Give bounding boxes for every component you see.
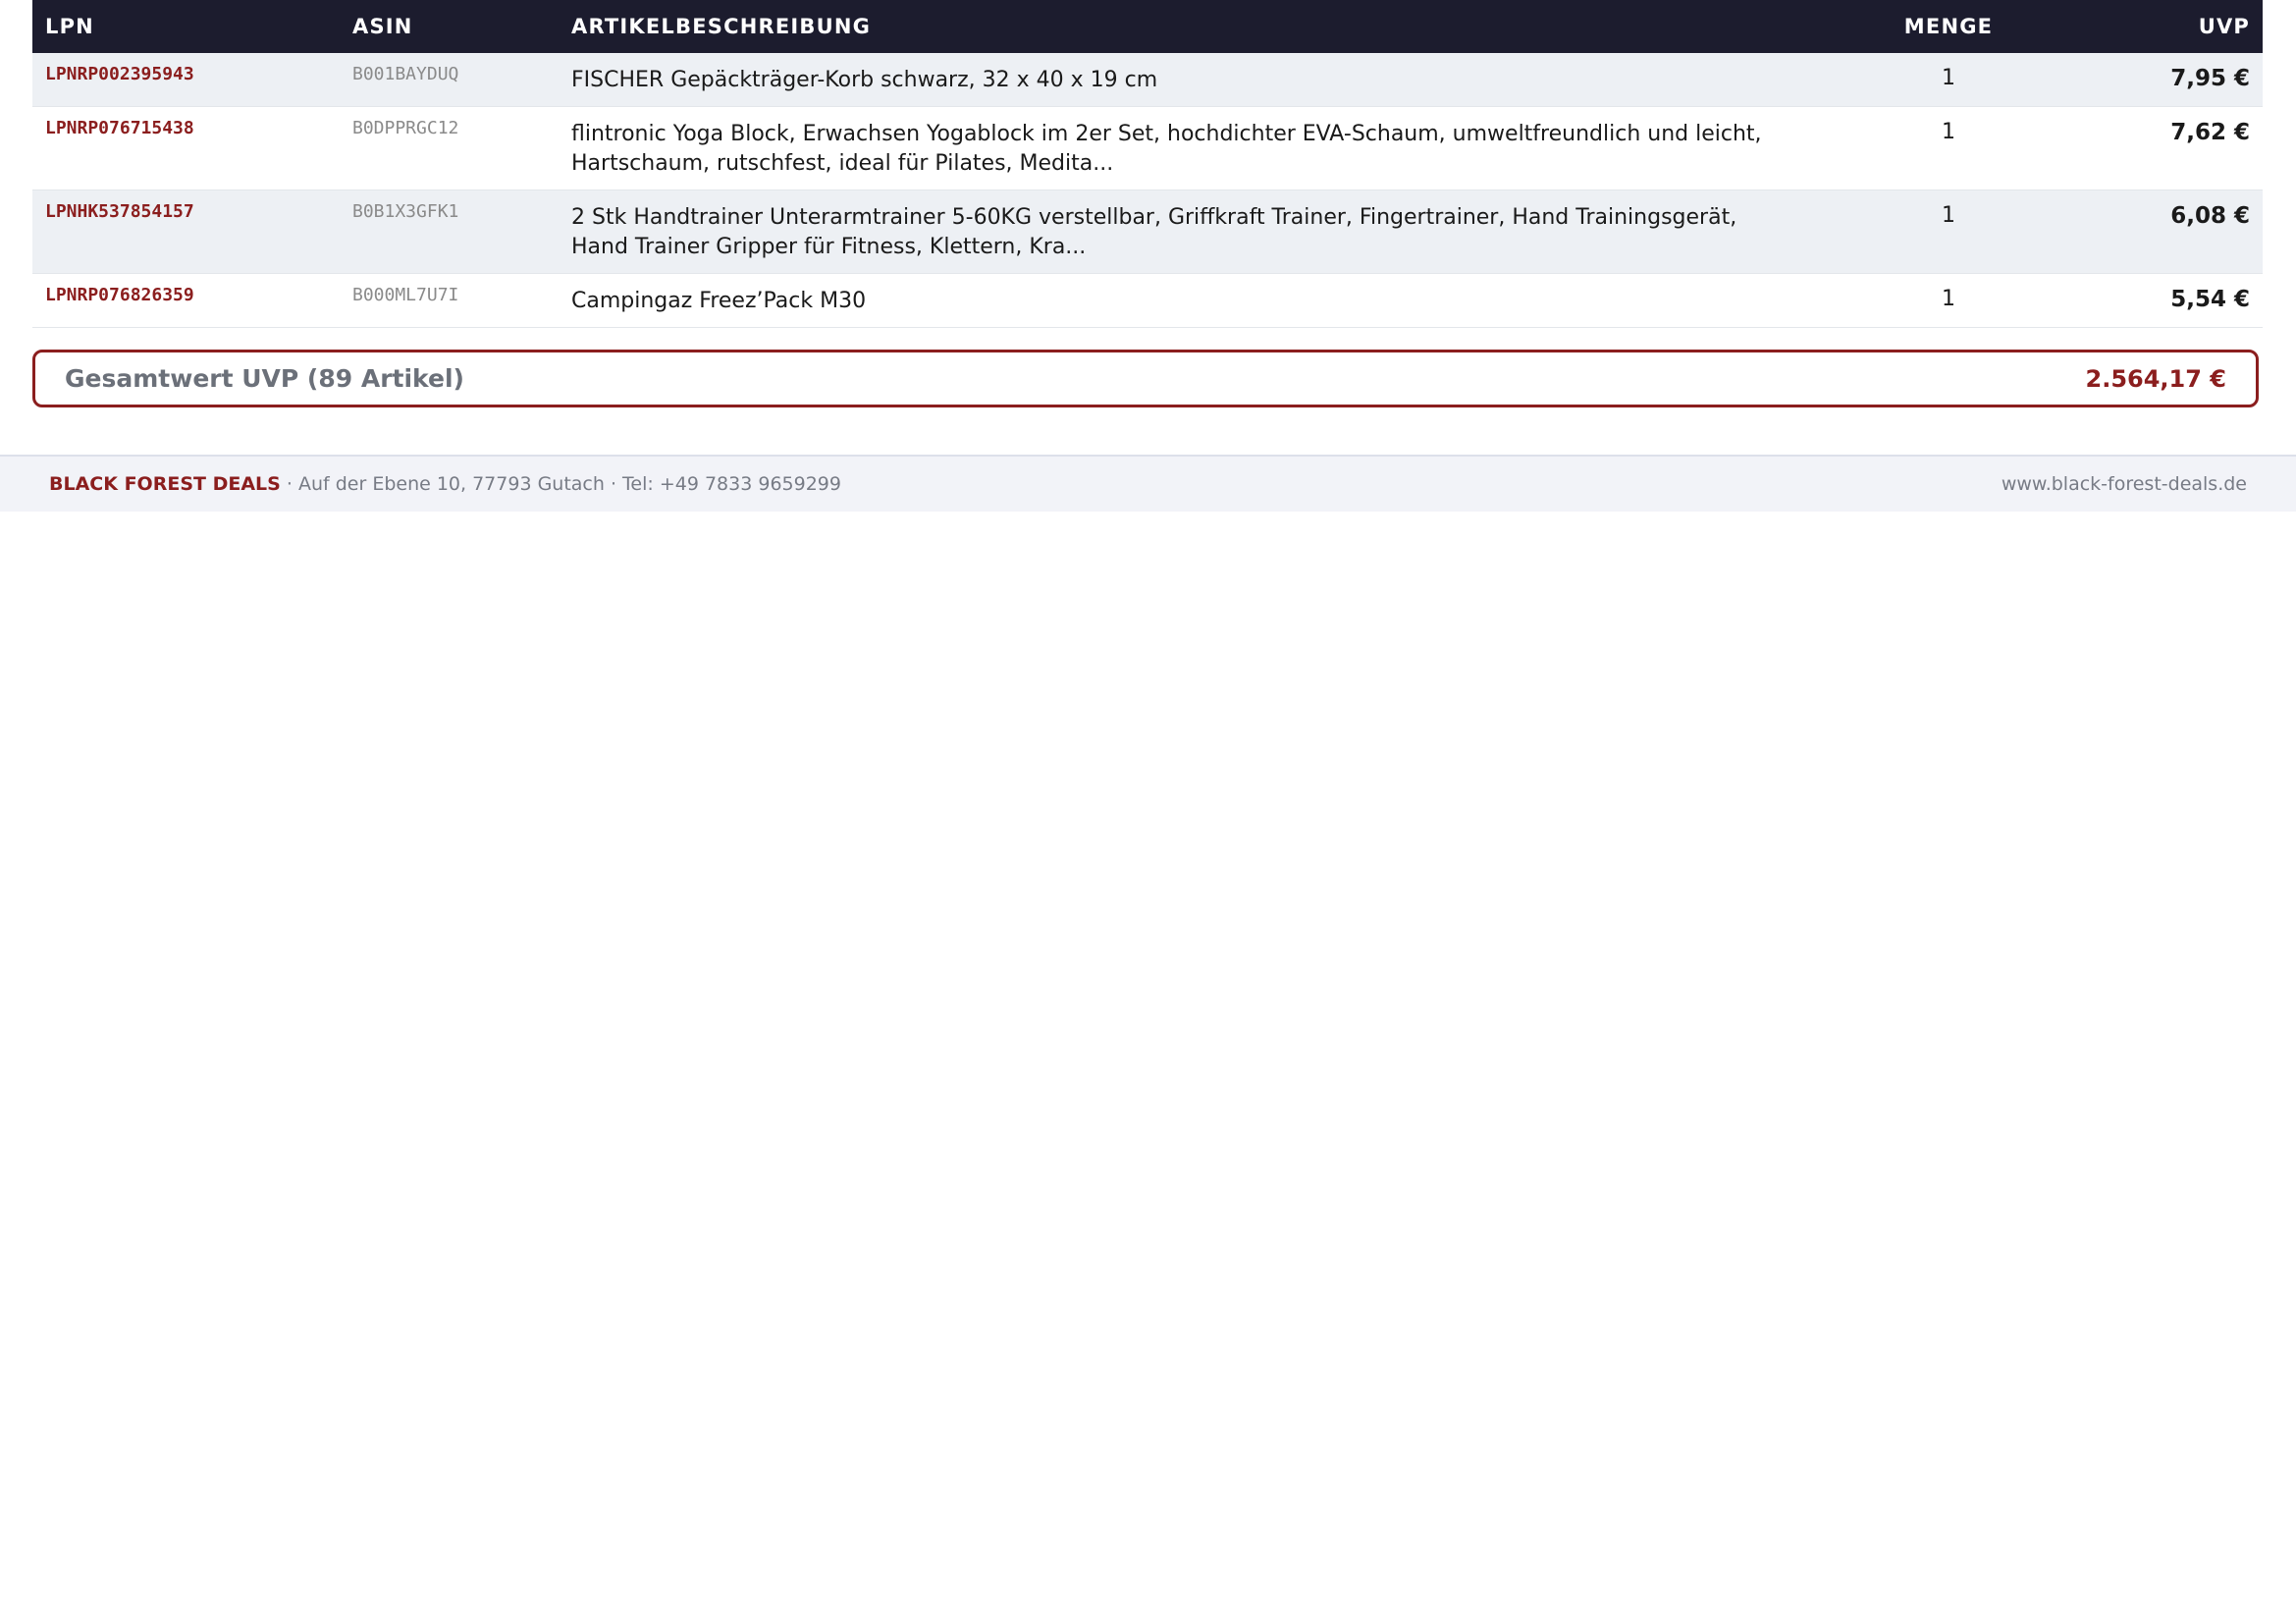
table-row: LPNRP002395943 B001BAYDUQ FISCHER Gepäck… bbox=[32, 53, 2263, 107]
asin-cell: B001BAYDUQ bbox=[352, 64, 459, 84]
asin-cell: B000ML7U7I bbox=[352, 285, 459, 305]
table-row: LPNRP076715438 B0DPPRGC12 flintronic Yog… bbox=[32, 107, 2263, 190]
column-header-lpn: LPN bbox=[45, 15, 94, 38]
footer-brand-name: BLACK FOREST DEALS bbox=[49, 473, 281, 495]
lpn-cell: LPNHK537854157 bbox=[45, 201, 194, 222]
column-header-quantity: MENGE bbox=[1903, 15, 1994, 38]
table-header: LPN ASIN ARTIKELBESCHREIBUNG MENGE UVP bbox=[32, 0, 2263, 53]
description-cell: FISCHER Gepäckträger-Korb schwarz, 32 x … bbox=[571, 68, 1158, 92]
document-page: LPN ASIN ARTIKELBESCHREIBUNG MENGE UVP L… bbox=[0, 0, 2296, 1624]
column-header-description: ARTIKELBESCHREIBUNG bbox=[571, 15, 872, 38]
footer-company-info: BLACK FOREST DEALS · Auf der Ebene 10, 7… bbox=[49, 473, 841, 495]
asin-cell: B0DPPRGC12 bbox=[352, 118, 459, 138]
lpn-cell: LPNRP076826359 bbox=[45, 285, 194, 305]
quantity-cell: 1 bbox=[1942, 203, 1955, 228]
lpn-cell: LPNRP076715438 bbox=[45, 118, 194, 138]
footer-website-link[interactable]: www.black-forest-deals.de bbox=[2002, 473, 2247, 495]
quantity-cell: 1 bbox=[1942, 120, 1955, 144]
description-cell: Campingaz Freez’Pack M30 bbox=[571, 289, 867, 313]
quantity-cell: 1 bbox=[1942, 66, 1955, 90]
footer-address: · Auf der Ebene 10, 77793 Gutach · Tel: … bbox=[280, 473, 841, 495]
lpn-cell: LPNRP002395943 bbox=[45, 64, 194, 84]
quantity-cell: 1 bbox=[1942, 287, 1955, 311]
total-summary-box: Gesamtwert UVP (89 Artikel) 2.564,17 € bbox=[32, 350, 2259, 407]
uvp-cell: 7,62 € bbox=[2170, 120, 2250, 145]
table-body: LPNRP002395943 B001BAYDUQ FISCHER Gepäck… bbox=[32, 53, 2263, 328]
page-footer: BLACK FOREST DEALS · Auf der Ebene 10, 7… bbox=[0, 455, 2296, 512]
column-header-asin: ASIN bbox=[352, 15, 413, 38]
description-cell: flintronic Yoga Block, Erwachsen Yogablo… bbox=[571, 122, 1762, 176]
description-cell: 2 Stk Handtrainer Unterarmtrainer 5-60KG… bbox=[571, 205, 1737, 259]
uvp-cell: 7,95 € bbox=[2170, 66, 2250, 91]
uvp-cell: 5,54 € bbox=[2170, 287, 2250, 312]
asin-cell: B0B1X3GFK1 bbox=[352, 201, 459, 222]
total-label: Gesamtwert UVP (89 Artikel) bbox=[65, 364, 464, 393]
table-row: LPNRP076826359 B000ML7U7I Campingaz Free… bbox=[32, 274, 2263, 328]
table-row: LPNHK537854157 B0B1X3GFK1 2 Stk Handtrai… bbox=[32, 189, 2263, 274]
total-value: 2.564,17 € bbox=[2085, 364, 2226, 393]
items-table-container: LPN ASIN ARTIKELBESCHREIBUNG MENGE UVP L… bbox=[32, 0, 2263, 328]
items-table: LPN ASIN ARTIKELBESCHREIBUNG MENGE UVP L… bbox=[32, 0, 2263, 328]
column-header-uvp: UVP bbox=[2198, 15, 2250, 38]
table-header-row: LPN ASIN ARTIKELBESCHREIBUNG MENGE UVP bbox=[32, 0, 2263, 53]
uvp-cell: 6,08 € bbox=[2170, 203, 2250, 229]
